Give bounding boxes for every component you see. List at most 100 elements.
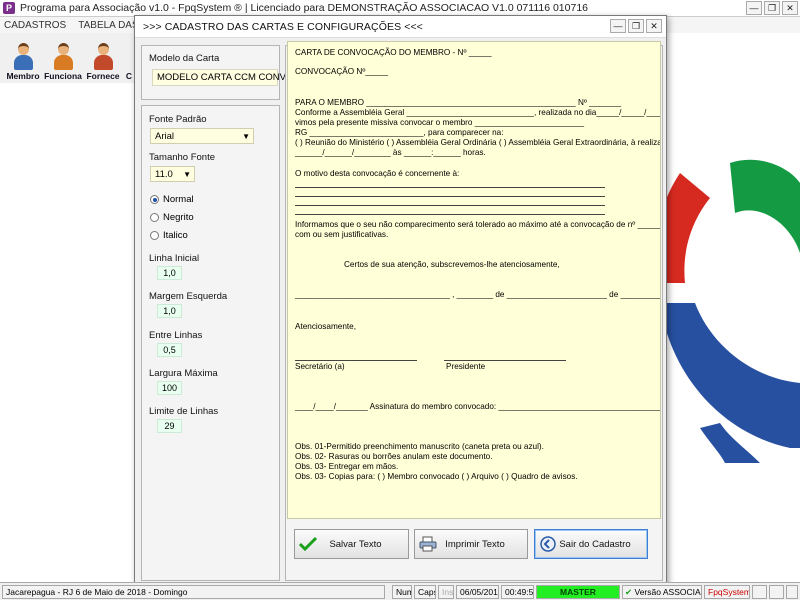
modelo-panel: Modelo da Carta MODELO CARTA CCM CONVOCA… bbox=[141, 45, 327, 100]
status-location: Jacarepagua - RJ 6 de Maio de 2018 - Dom… bbox=[2, 585, 385, 599]
letter-line: Obs. 02- Rasuras ou borrões anulam este … bbox=[295, 452, 493, 461]
toolbar-label: C bbox=[125, 71, 133, 81]
status-extra-3 bbox=[786, 585, 798, 599]
toolbar-label: Funciona bbox=[44, 71, 82, 81]
menu-cadastros[interactable]: CADASTROS bbox=[4, 20, 66, 31]
modelo-field[interactable]: MODELO CARTA CCM CONVOCAÇÃO bbox=[152, 69, 327, 86]
letter-line: RG _________________________, para compa… bbox=[295, 128, 504, 137]
radio-selected-icon bbox=[150, 195, 159, 204]
toolbar-funcionario-button[interactable]: Funciona bbox=[44, 35, 82, 81]
chevron-down-icon: ▼ bbox=[183, 170, 191, 179]
close-icon[interactable]: ✕ bbox=[782, 1, 798, 15]
letter-line: com ou sem justificativas. bbox=[295, 230, 389, 239]
entre-linhas-label: Entre Linhas bbox=[149, 330, 203, 341]
minimize-icon[interactable]: — bbox=[746, 1, 762, 15]
letter-line: CONVOCAÇÃO Nº_____ bbox=[295, 67, 389, 76]
letter-line: Conforme a Assembléia Geral ____________… bbox=[295, 108, 661, 117]
largura-maxima-field[interactable]: 100 bbox=[157, 381, 182, 395]
logo-green-arc bbox=[730, 159, 800, 253]
status-caps: Caps bbox=[414, 585, 436, 599]
salvar-texto-button[interactable]: Salvar Texto bbox=[294, 529, 409, 559]
printer-icon bbox=[419, 535, 437, 553]
blank-line bbox=[295, 196, 605, 197]
letter-text-editor[interactable]: CARTA DE CONVOCAÇÃO DO MEMBRO - Nº _____… bbox=[287, 41, 661, 519]
letter-line: __________________________________ , ___… bbox=[295, 290, 661, 299]
main-toolbar: Membro Funciona Fornece C bbox=[0, 33, 140, 83]
close-icon[interactable]: ✕ bbox=[646, 19, 662, 33]
letter-line: Atenciosamente, bbox=[295, 322, 356, 331]
entre-linhas-field[interactable]: 0,5 bbox=[157, 343, 182, 357]
estilo-italico-radio[interactable]: Italico bbox=[150, 230, 188, 241]
letter-line: O motivo desta convocação é concernente … bbox=[295, 169, 460, 178]
dialog-window-controls: — ❐ ✕ bbox=[610, 19, 662, 33]
fonte-select[interactable]: Arial ▼ bbox=[150, 128, 254, 144]
exit-icon bbox=[539, 535, 557, 553]
dialog-titlebar: >>> CADASTRO DAS CARTAS E CONFIGURAÇÕES … bbox=[135, 16, 666, 38]
supplier-icon bbox=[90, 41, 116, 71]
estilo-negrito-radio[interactable]: Negrito bbox=[150, 212, 194, 223]
logo-blue-arc bbox=[660, 303, 800, 448]
sair-cadastro-button[interactable]: Sair do Cadastro bbox=[534, 529, 648, 559]
status-extra-1 bbox=[752, 585, 767, 599]
letter-line: Informamos que o seu não comparecimento … bbox=[295, 220, 661, 229]
restore-icon[interactable]: ❐ bbox=[764, 1, 780, 15]
estilo-normal-label: Normal bbox=[163, 194, 194, 205]
letter-line: ____/____/_______ Assinatura do membro c… bbox=[295, 402, 661, 411]
radio-icon bbox=[150, 213, 159, 222]
estilo-normal-radio[interactable]: Normal bbox=[150, 194, 194, 205]
letter-line: PARA O MEMBRO __________________________… bbox=[295, 98, 622, 107]
modelo-label: Modelo da Carta bbox=[149, 53, 220, 64]
limite-linhas-field[interactable]: 29 bbox=[157, 419, 182, 433]
status-ins: Ins bbox=[438, 585, 454, 599]
tamanho-label: Tamanho Fonte bbox=[149, 152, 216, 163]
letter-line: vimos pela presente missiva convocar o m… bbox=[295, 118, 585, 127]
limite-linhas-label: Limite de Linhas bbox=[149, 406, 219, 417]
largura-maxima-label: Largura Máxima bbox=[149, 368, 218, 379]
toolbar-fornecedor-button[interactable]: Fornece bbox=[84, 35, 122, 81]
dialog-title: >>> CADASTRO DAS CARTAS E CONFIGURAÇÕES … bbox=[143, 20, 423, 33]
fonte-label: Fonte Padrão bbox=[149, 114, 207, 125]
letter-line: Secretário (a) bbox=[295, 362, 345, 371]
linha-inicial-field[interactable]: 1,0 bbox=[157, 266, 182, 280]
letter-line: Certos de sua atenção, subscrevemos-lhe … bbox=[344, 260, 560, 269]
toolbar-label: Membro bbox=[6, 71, 40, 81]
letter-line: Obs. 03- Copias para: ( ) Membro convoca… bbox=[295, 472, 578, 481]
estilo-italico-label: Italico bbox=[163, 230, 188, 241]
check-icon bbox=[299, 535, 317, 553]
statusbar: Jacarepagua - RJ 6 de Maio de 2018 - Dom… bbox=[0, 582, 800, 600]
letter-line: ( ) Reunião do Ministério ( ) Assembléia… bbox=[295, 138, 661, 147]
member-icon bbox=[10, 41, 36, 71]
status-user-badge: MASTER bbox=[536, 585, 620, 599]
imprimir-texto-button[interactable]: Imprimir Texto bbox=[414, 529, 528, 559]
minimize-icon[interactable]: — bbox=[610, 19, 626, 33]
toolbar-label: Fornece bbox=[86, 71, 120, 81]
toolbar-membro-button[interactable]: Membro bbox=[4, 35, 42, 81]
status-brand: FpqSystem bbox=[704, 585, 750, 599]
blank-line bbox=[295, 214, 605, 215]
estilo-negrito-label: Negrito bbox=[163, 212, 194, 223]
status-version: ✔ Versão ASSOCIACAO 1.0 bbox=[622, 585, 702, 599]
check-icon: ✔ bbox=[625, 587, 633, 597]
tamanho-select[interactable]: 11.0 ▼ bbox=[150, 166, 195, 182]
margem-esquerda-field[interactable]: 1,0 bbox=[157, 304, 182, 318]
toolbar-partial-button[interactable]: C bbox=[124, 35, 134, 81]
blank-line bbox=[295, 187, 605, 188]
chevron-down-icon: ▼ bbox=[242, 132, 250, 141]
status-time: 00:49:55 bbox=[501, 585, 534, 599]
cadastro-cartas-dialog: >>> CADASTRO DAS CARTAS E CONFIGURAÇÕES … bbox=[134, 15, 667, 588]
imprimir-texto-label: Imprimir Texto bbox=[445, 538, 505, 550]
tamanho-value: 11.0 bbox=[155, 169, 173, 180]
fonte-value: Arial bbox=[155, 131, 175, 142]
letter-line: Obs. 01-Permitido preenchimento manuscri… bbox=[295, 442, 544, 451]
restore-icon[interactable]: ❐ bbox=[628, 19, 644, 33]
blank-line bbox=[295, 205, 605, 206]
app-window-controls: — ❐ ✕ bbox=[746, 1, 798, 15]
margem-esquerda-label: Margem Esquerda bbox=[149, 291, 228, 302]
letter-line: Obs. 03- Entregar em mãos. bbox=[295, 462, 399, 471]
app-icon: P bbox=[3, 2, 15, 14]
letter-line: ______/______/________ às ______:______ … bbox=[295, 148, 486, 157]
sair-cadastro-label: Sair do Cadastro bbox=[559, 538, 631, 550]
signature-line bbox=[444, 360, 566, 361]
status-date: 06/05/2018 bbox=[456, 585, 499, 599]
radio-icon bbox=[150, 231, 159, 240]
